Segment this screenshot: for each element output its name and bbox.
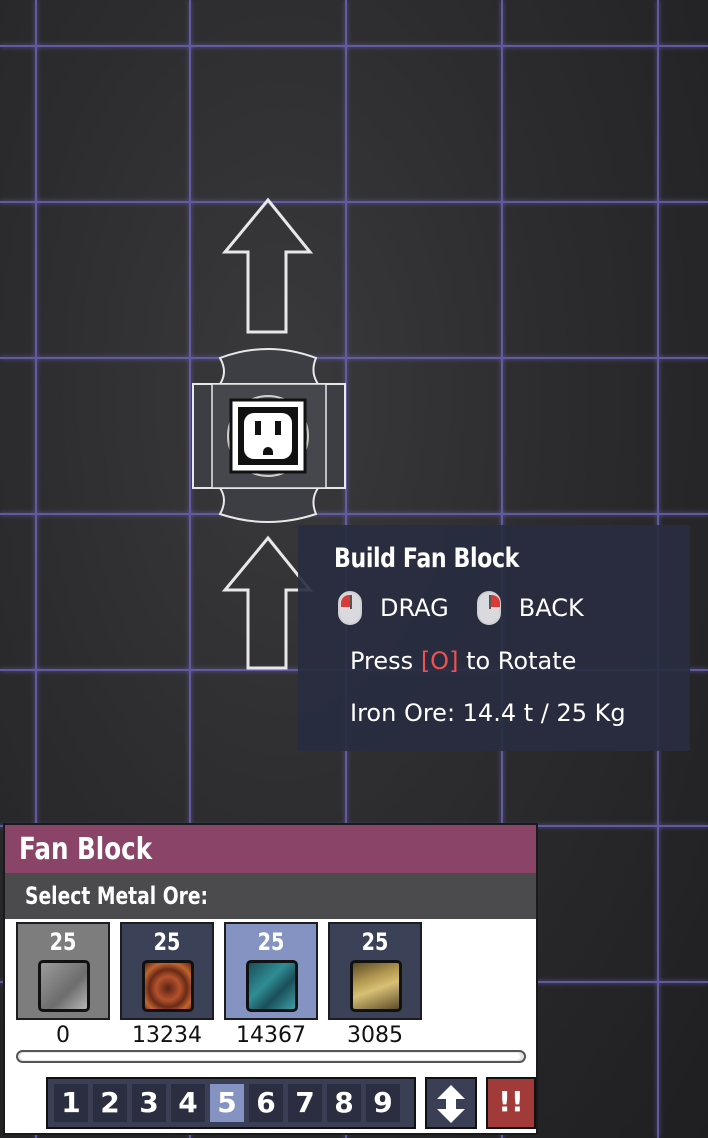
sort-button[interactable] xyxy=(425,1077,477,1129)
fan-block-preview xyxy=(192,348,346,523)
ore-available: 13234 xyxy=(132,1023,202,1048)
ore-available: 0 xyxy=(56,1023,70,1048)
page-button-2[interactable]: 2 xyxy=(93,1084,127,1122)
page-button-9[interactable]: 9 xyxy=(366,1084,400,1122)
ore-swatch xyxy=(246,960,298,1012)
page-button-3[interactable]: 3 xyxy=(132,1084,166,1122)
material-cost: Iron Ore: 14.4 t / 25 Kg xyxy=(350,699,626,727)
rotate-hint: Press [O] to Rotate xyxy=(350,647,576,675)
swap-vertical-icon xyxy=(437,1085,465,1123)
ore-swatch xyxy=(350,960,402,1012)
ore-swatch xyxy=(142,960,194,1012)
ore-cost: 25 xyxy=(257,928,285,956)
material-select-panel: Fan Block Select Metal Ore: 25 25 25 25 … xyxy=(3,823,538,1135)
ore-swatch xyxy=(38,960,90,1012)
ore-option[interactable]: 25 xyxy=(120,922,214,1020)
horizontal-scrollbar[interactable] xyxy=(16,1050,526,1063)
rotate-suffix: to Rotate xyxy=(466,647,577,675)
alert-button[interactable]: !! xyxy=(486,1077,536,1129)
scrollbar-thumb[interactable] xyxy=(20,1053,520,1060)
page-button-1[interactable]: 1 xyxy=(54,1084,88,1122)
ore-cost: 25 xyxy=(49,928,77,956)
flow-up-arrow-icon xyxy=(221,197,314,334)
back-label: BACK xyxy=(518,594,584,622)
page-button-5[interactable]: 5 xyxy=(210,1084,244,1122)
panel-title: Fan Block xyxy=(19,832,153,867)
page-button-7[interactable]: 7 xyxy=(288,1084,322,1122)
ore-cost: 25 xyxy=(153,928,181,956)
build-tooltip: Build Fan Block DRAG BACK Press [O] to R… xyxy=(298,525,690,751)
ore-available: 14367 xyxy=(236,1023,306,1048)
panel-subtitle: Select Metal Ore: xyxy=(25,882,209,910)
drag-label: DRAG xyxy=(380,594,449,622)
ore-option[interactable]: 25 xyxy=(224,922,318,1020)
page-button-6[interactable]: 6 xyxy=(249,1084,283,1122)
panel-header: Fan Block xyxy=(5,825,536,873)
tooltip-controls: DRAG BACK xyxy=(338,591,584,625)
page-button-4[interactable]: 4 xyxy=(171,1084,205,1122)
rotate-prefix: Press xyxy=(350,647,414,675)
rotate-key: [O] xyxy=(420,647,459,675)
left-mouse-icon xyxy=(338,591,362,625)
hotkey-page-bar: 1 2 3 4 5 6 7 8 9 xyxy=(46,1077,416,1129)
ore-option[interactable]: 25 xyxy=(16,922,110,1020)
panel-subheader: Select Metal Ore: xyxy=(5,873,536,919)
ore-option[interactable]: 25 xyxy=(328,922,422,1020)
ore-available: 3085 xyxy=(347,1023,403,1048)
ore-cost: 25 xyxy=(361,928,389,956)
right-mouse-icon xyxy=(476,591,501,625)
page-button-8[interactable]: 8 xyxy=(327,1084,361,1122)
tooltip-title: Build Fan Block xyxy=(334,543,519,574)
